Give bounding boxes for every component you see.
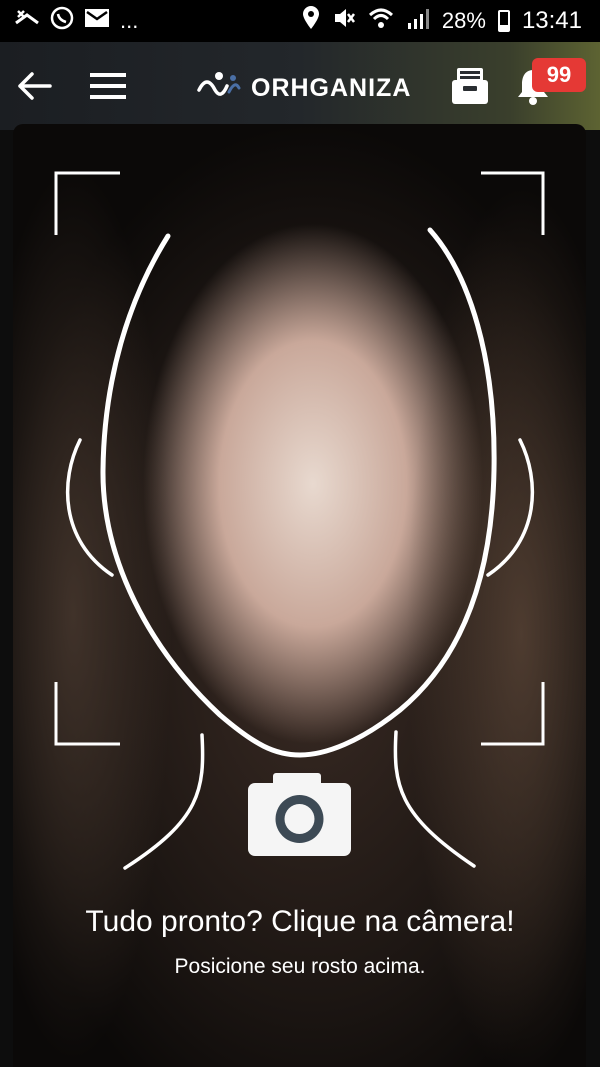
capture-prompt: Tudo pronto? Clique na câmera! — [85, 905, 515, 938]
capture-button[interactable] — [247, 771, 352, 857]
frame-corners — [54, 171, 545, 746]
right-neck-guide — [393, 730, 476, 868]
camera-icon — [248, 773, 351, 856]
face-outline — [100, 227, 497, 758]
position-hint: Posicione seu rosto acima. — [174, 955, 426, 978]
left-neck-guide — [123, 733, 205, 870]
